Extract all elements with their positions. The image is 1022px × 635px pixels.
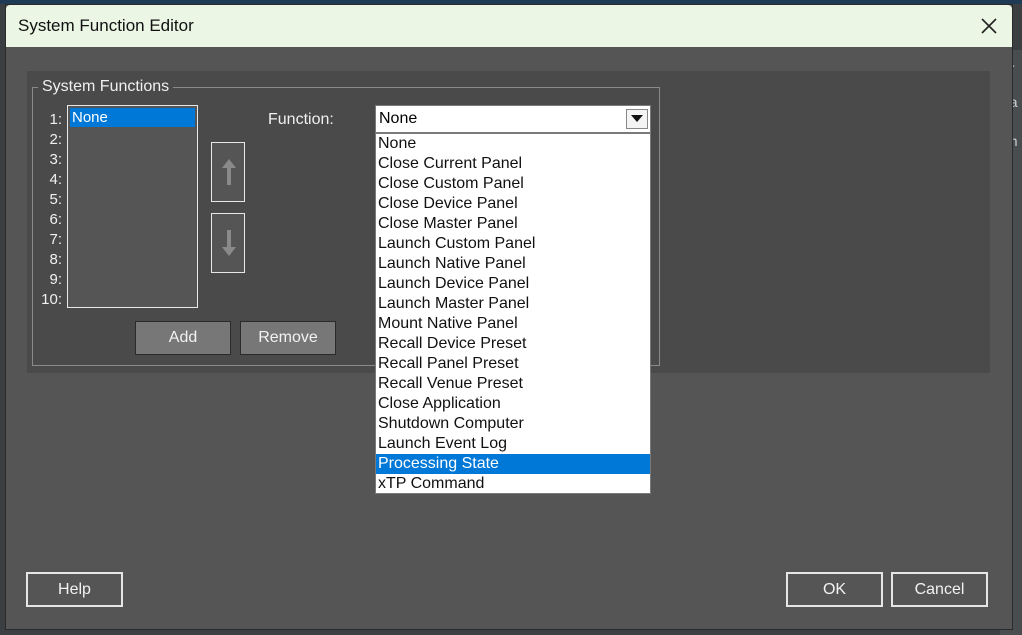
slot-number: 4:	[49, 171, 62, 188]
help-button[interactable]: Help	[26, 572, 123, 607]
cancel-button-label: Cancel	[914, 581, 965, 598]
list-item-selected[interactable]: None	[70, 108, 195, 127]
dropdown-option[interactable]: Launch Device Panel	[376, 274, 650, 294]
dropdown-option[interactable]: Shutdown Computer	[376, 414, 650, 434]
dropdown-option[interactable]: Recall Device Preset	[376, 334, 650, 354]
ok-button[interactable]: OK	[786, 572, 883, 607]
ok-button-label: OK	[822, 581, 847, 598]
slot-number: 2:	[49, 131, 62, 148]
remove-button[interactable]: Remove	[240, 321, 336, 355]
slot-number: 8:	[49, 251, 62, 268]
dropdown-option[interactable]: Close Master Panel	[376, 214, 650, 234]
dropdown-option[interactable]: None	[376, 134, 650, 154]
arrow-down-icon	[222, 230, 236, 256]
close-button[interactable]	[966, 5, 1012, 47]
dropdown-option[interactable]: xTP Command	[376, 474, 650, 494]
add-button[interactable]: Add	[135, 321, 231, 355]
dropdown-option[interactable]: Launch Native Panel	[376, 254, 650, 274]
title-bar: System Function Editor	[6, 5, 1012, 47]
chevron-down-icon	[631, 115, 643, 122]
dropdown-option[interactable]: Launch Custom Panel	[376, 234, 650, 254]
dropdown-option[interactable]: Mount Native Panel	[376, 314, 650, 334]
dropdown-option[interactable]: Close Application	[376, 394, 650, 414]
function-selected-value: None	[379, 110, 418, 127]
dropdown-option[interactable]: Recall Panel Preset	[376, 354, 650, 374]
slot-number: 9:	[49, 271, 62, 288]
function-label: Function:	[268, 111, 334, 128]
dropdown-option[interactable]: Recall Venue Preset	[376, 374, 650, 394]
window-title: System Function Editor	[18, 16, 194, 35]
dropdown-option[interactable]: Close Custom Panel	[376, 174, 650, 194]
slot-number: 1:	[49, 111, 62, 128]
dropdown-option[interactable]: Close Current Panel	[376, 154, 650, 174]
slot-numbers: 1: 2: 3: 4: 5: 6: 7: 8: 9: 10:	[36, 110, 62, 310]
move-up-button[interactable]	[211, 142, 245, 202]
dropdown-option[interactable]: Close Device Panel	[376, 194, 650, 214]
group-legend: System Functions	[42, 78, 170, 95]
close-icon	[981, 18, 997, 34]
slot-number: 7:	[49, 231, 62, 248]
slot-number: 6:	[49, 211, 62, 228]
system-function-editor-dialog: System Function Editor System Functions …	[5, 4, 1013, 630]
dropdown-option[interactable]: Launch Master Panel	[376, 294, 650, 314]
dropdown-button[interactable]	[626, 109, 648, 129]
remove-button-label: Remove	[258, 329, 318, 346]
slot-number: 10:	[41, 291, 62, 308]
cancel-button[interactable]: Cancel	[891, 572, 988, 607]
dropdown-option[interactable]: Launch Event Log	[376, 434, 650, 454]
slot-number: 5:	[49, 191, 62, 208]
help-button-label: Help	[58, 581, 91, 598]
function-slot-list[interactable]: None	[67, 105, 198, 308]
slot-number: 3:	[49, 151, 62, 168]
dropdown-option-highlighted[interactable]: Processing State	[376, 454, 650, 474]
function-dropdown-list[interactable]: None Close Current Panel Close Custom Pa…	[375, 133, 651, 494]
move-down-button[interactable]	[211, 213, 245, 273]
arrow-up-icon	[222, 159, 236, 185]
add-button-label: Add	[168, 329, 198, 346]
function-combobox[interactable]: None	[375, 105, 651, 133]
